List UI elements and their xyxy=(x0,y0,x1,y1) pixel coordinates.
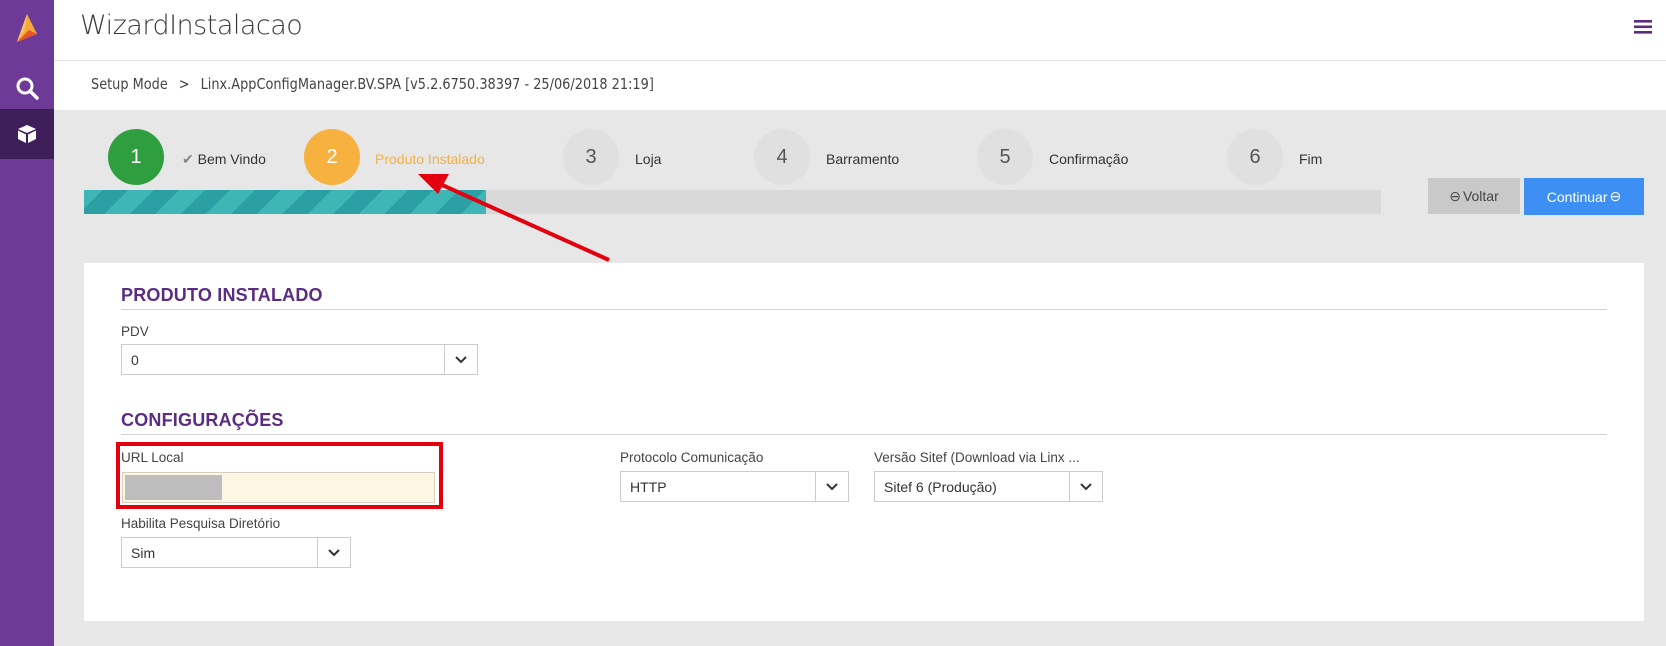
step-5-number: 5 xyxy=(999,145,1011,168)
section-title-produto: PRODUTO INSTALADO xyxy=(121,285,323,305)
search-icon[interactable] xyxy=(0,65,54,110)
step-2-label: Produto Instalado xyxy=(375,151,485,167)
annotation-highlight-box xyxy=(116,442,443,509)
step-4-number: 4 xyxy=(776,145,788,168)
protocolo-label: Protocolo Comunicação xyxy=(620,450,764,465)
step-6-number: 6 xyxy=(1249,145,1261,168)
pdv-value: 0 xyxy=(131,352,139,368)
app-title: WizardInstalacao xyxy=(80,10,303,41)
menu-icon[interactable] xyxy=(1634,18,1652,39)
step-1-text: Bem Vindo xyxy=(197,151,266,167)
breadcrumb: Setup Mode > Linx.AppConfigManager.BV.SP… xyxy=(91,75,654,93)
chevron-down-icon xyxy=(815,472,848,501)
sidebar xyxy=(0,0,54,646)
back-button[interactable]: ⊖ Voltar xyxy=(1428,178,1520,214)
habilita-pesquisa-label: Habilita Pesquisa Diretório xyxy=(121,516,281,531)
breadcrumb-root[interactable]: Setup Mode xyxy=(91,75,168,93)
habilita-pesquisa-value: Sim xyxy=(131,545,156,561)
versao-sitef-select[interactable]: Sitef 6 (Produção) xyxy=(874,471,1103,502)
logo-icon[interactable] xyxy=(0,5,54,50)
arrow-right-circle-icon: ⊖ xyxy=(1609,188,1622,204)
breadcrumb-separator: > xyxy=(178,75,190,93)
progress-bar xyxy=(84,190,1381,214)
divider xyxy=(121,309,1607,310)
continue-button-label: Continuar xyxy=(1546,188,1608,205)
habilita-pesquisa-select[interactable]: Sim xyxy=(121,537,351,568)
step-2-circle: 2 xyxy=(304,129,360,185)
step-1-circle: 1 xyxy=(108,129,164,185)
protocolo-value: HTTP xyxy=(630,479,667,495)
section-title-config: CONFIGURAÇÕES xyxy=(121,410,284,430)
continue-button[interactable]: Continuar ⊖ xyxy=(1524,178,1644,215)
step-4-circle: 4 xyxy=(754,129,810,185)
pdv-select[interactable]: 0 xyxy=(121,344,478,375)
back-button-label: Voltar xyxy=(1462,188,1499,204)
chevron-down-icon xyxy=(1069,472,1102,501)
versao-sitef-label: Versão Sitef (Download via Linx ... xyxy=(874,450,1080,465)
step-5-circle: 5 xyxy=(977,129,1033,185)
arrow-left-circle-icon: ⊖ xyxy=(1449,187,1461,204)
box-icon[interactable] xyxy=(0,109,54,159)
step-3-number: 3 xyxy=(585,145,597,168)
top-bar: WizardInstalacao xyxy=(54,0,1666,61)
versao-sitef-value: Sitef 6 (Produção) xyxy=(884,479,997,495)
breadcrumb-current: Linx.AppConfigManager.BV.SPA [v5.2.6750.… xyxy=(200,75,654,93)
step-5-label: Confirmação xyxy=(1049,151,1129,167)
step-6-circle: 6 xyxy=(1227,129,1283,185)
form-card: PRODUTO INSTALADO PDV 0 CONFIGURAÇÕES UR… xyxy=(84,263,1644,621)
step-1-number: 1 xyxy=(130,145,142,168)
step-3-circle: 3 xyxy=(563,129,619,185)
pdv-label: PDV xyxy=(121,324,149,339)
step-6-label: Fim xyxy=(1299,151,1323,167)
protocolo-select[interactable]: HTTP xyxy=(620,471,849,502)
step-1-label: ✔ Bem Vindo xyxy=(182,151,266,168)
chevron-down-icon xyxy=(444,345,477,374)
breadcrumb-bar: Setup Mode > Linx.AppConfigManager.BV.SP… xyxy=(54,61,1666,110)
chevron-down-icon xyxy=(317,538,350,567)
progress-fill xyxy=(84,190,487,214)
step-2-number: 2 xyxy=(326,145,338,168)
step-3-label: Loja xyxy=(635,151,662,167)
divider xyxy=(121,434,1607,435)
step-4-label: Barramento xyxy=(826,151,900,167)
check-icon: ✔ xyxy=(182,151,194,167)
